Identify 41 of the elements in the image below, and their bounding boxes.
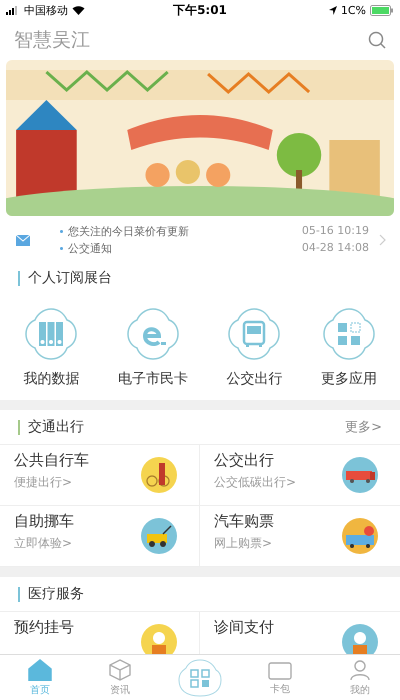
location-icon xyxy=(328,6,337,14)
app-shortcut[interactable]: 更多应用 xyxy=(320,306,377,388)
service-tile[interactable]: 公交出行 公交低碳出行> xyxy=(200,445,400,506)
app-title: 智慧吴江 xyxy=(14,28,90,53)
wallet-icon xyxy=(268,660,292,680)
section-title: 医疗服务 xyxy=(28,585,84,603)
bus-icon xyxy=(226,306,282,362)
bullet-icon xyxy=(60,247,63,250)
notice-text: 您关注的今日菜价有更新 xyxy=(60,224,189,239)
section-title: 交通出行 xyxy=(28,418,84,436)
notice-time: 04-28 14:08 xyxy=(302,241,369,256)
notice-item[interactable]: 您关注的今日菜价有更新 05-16 10:19 xyxy=(40,224,369,239)
cube-icon xyxy=(109,658,131,680)
person-icon xyxy=(349,658,371,680)
search-icon[interactable] xyxy=(368,31,386,49)
battery-icon xyxy=(370,4,394,16)
signal-icon xyxy=(6,6,20,14)
mail-icon xyxy=(16,234,30,246)
notice-text: 公交通知 xyxy=(60,241,112,256)
app-shortcut[interactable]: 公交出行 xyxy=(226,306,282,388)
grid-icon xyxy=(320,306,377,362)
service-tile[interactable]: 公共自行车 便捷出行> xyxy=(0,445,200,506)
notice-item[interactable]: 公交通知 04-28 14:08 xyxy=(40,241,369,256)
bicycle-icon xyxy=(141,457,177,493)
carrier-name: 中国移动 xyxy=(24,2,68,18)
status-time: 下午5:01 xyxy=(173,2,227,18)
tow-truck-icon xyxy=(141,518,177,554)
qr-code-icon xyxy=(178,658,222,698)
wifi-icon xyxy=(72,5,85,15)
bus-icon xyxy=(342,518,378,554)
section-title: 个人订阅展台 xyxy=(28,269,112,287)
app-shortcut[interactable]: 我的数据 xyxy=(23,306,80,388)
notice-time: 05-16 10:19 xyxy=(302,224,369,239)
home-icon xyxy=(28,658,52,680)
letter-e-icon xyxy=(124,306,181,362)
app-shortcut[interactable]: 电子市民卡 xyxy=(118,306,188,388)
battery-percent: 1C% xyxy=(340,4,366,16)
binders-icon xyxy=(23,306,80,362)
bullet-icon xyxy=(60,230,63,233)
truck-icon xyxy=(342,457,378,493)
more-link[interactable]: 更多> xyxy=(345,418,382,436)
